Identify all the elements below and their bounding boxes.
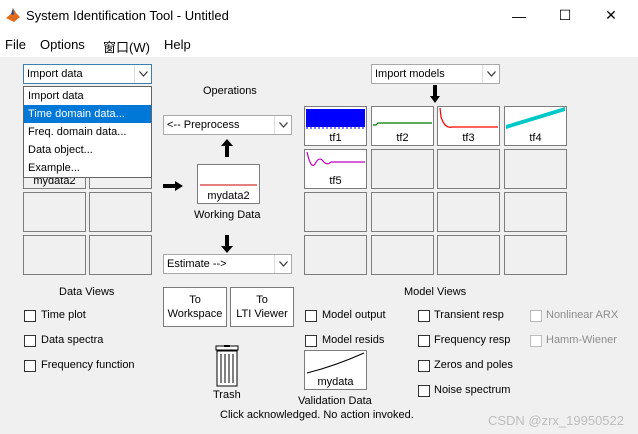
menu-bar: File Options 窗口(W) Help — [0, 31, 638, 57]
option-example[interactable]: Example... — [24, 159, 151, 177]
main-panel: mydata2 Import data Import data Time dom… — [0, 57, 638, 434]
to-lti-viewer-button[interactable]: To LTI Viewer — [230, 287, 294, 327]
hamm-wiener-checkbox[interactable] — [530, 335, 542, 347]
noise-spectrum-label: Noise spectrum — [434, 384, 511, 396]
chevron-down-icon — [134, 65, 151, 83]
status-text: Click acknowledged. No action invoked. — [220, 409, 414, 421]
model-slot-empty[interactable] — [504, 149, 567, 189]
model-slot-empty[interactable] — [504, 235, 567, 275]
model-output-checkbox[interactable] — [305, 310, 317, 322]
model-slot-empty[interactable] — [504, 192, 567, 232]
zeros-poles-checkbox[interactable] — [418, 360, 430, 372]
menu-options[interactable]: Options — [40, 37, 85, 52]
data-spectra-label: Data spectra — [41, 334, 104, 346]
transient-resp-label: Transient resp — [434, 309, 504, 321]
model-slot-empty[interactable] — [371, 192, 434, 232]
watermark: CSDN @zrx_19950522 — [487, 413, 624, 428]
estimate-select[interactable]: Estimate --> — [163, 254, 292, 274]
nonlinear-arx-checkbox[interactable] — [530, 310, 542, 322]
frequency-function-checkbox[interactable] — [24, 360, 36, 372]
frequency-resp-label: Frequency resp — [434, 334, 511, 346]
menu-window[interactable]: 窗口(W) — [103, 37, 150, 56]
maximize-button[interactable]: ☐ — [542, 0, 588, 31]
window-title: System Identification Tool - Untitled — [26, 8, 229, 23]
trash-label: Trash — [213, 389, 241, 401]
menu-file[interactable]: File — [5, 37, 26, 52]
model-slot-empty[interactable] — [304, 235, 367, 275]
data-views-title: Data Views — [59, 286, 115, 298]
time-plot-checkbox[interactable] — [24, 310, 36, 322]
data-slot-7[interactable] — [23, 235, 86, 275]
hamm-wiener-label: Hamm-Wiener — [546, 334, 617, 346]
chevron-down-icon — [274, 116, 291, 134]
noise-spectrum-checkbox[interactable] — [418, 385, 430, 397]
import-data-select[interactable]: Import data — [23, 64, 152, 84]
model-output-label: Model output — [322, 309, 386, 321]
import-models-select[interactable]: Import models — [371, 64, 500, 84]
chevron-down-icon — [482, 65, 499, 83]
frequency-resp-checkbox[interactable] — [418, 335, 430, 347]
validation-data-slot[interactable]: mydata — [304, 350, 367, 390]
model-slot-empty[interactable] — [371, 235, 434, 275]
close-button[interactable]: ✕ — [588, 0, 634, 31]
model-slot-tf5[interactable]: tf5 — [304, 149, 367, 189]
option-import-data[interactable]: Import data — [24, 87, 151, 105]
working-data-slot[interactable]: mydata2 — [197, 164, 260, 204]
option-freq-domain-data[interactable]: Freq. domain data... — [24, 123, 151, 141]
model-slot-tf4[interactable]: tf4 — [504, 106, 567, 146]
model-slot-tf3[interactable]: tf3 — [437, 106, 500, 146]
model-slot-empty[interactable] — [304, 192, 367, 232]
arrow-down-icon — [221, 235, 233, 253]
nonlinear-arx-label: Nonlinear ARX — [546, 309, 619, 321]
data-spectra-checkbox[interactable] — [24, 335, 36, 347]
working-data-caption: Working Data — [194, 209, 261, 221]
matlab-icon — [6, 8, 20, 22]
frequency-function-label: Frequency function — [41, 359, 135, 371]
menu-help[interactable]: Help — [164, 37, 191, 52]
title-bar: System Identification Tool - Untitled — … — [0, 0, 638, 31]
trash-icon[interactable] — [212, 345, 242, 387]
minimize-button[interactable]: — — [496, 0, 542, 31]
to-workspace-button[interactable]: To Workspace — [163, 287, 227, 327]
import-data-dropdown: Import data Time domain data... Freq. do… — [23, 86, 152, 178]
preprocess-select[interactable]: <-- Preprocess — [163, 115, 292, 135]
chevron-down-icon — [274, 255, 291, 273]
option-time-domain-data[interactable]: Time domain data... — [24, 105, 151, 123]
zeros-poles-label: Zeros and poles — [434, 359, 513, 371]
model-views-title: Model Views — [404, 286, 467, 298]
model-slot-tf2[interactable]: tf2 — [371, 106, 434, 146]
arrow-down-icon — [430, 85, 440, 103]
data-slot-8[interactable] — [89, 235, 152, 275]
model-slot-empty[interactable] — [437, 235, 500, 275]
time-plot-label: Time plot — [41, 309, 86, 321]
arrow-up-icon — [221, 139, 233, 157]
option-data-object[interactable]: Data object... — [24, 141, 151, 159]
transient-resp-checkbox[interactable] — [418, 310, 430, 322]
model-slot-empty[interactable] — [371, 149, 434, 189]
model-slot-empty[interactable] — [437, 149, 500, 189]
model-slot-tf1[interactable]: tf1 — [304, 106, 367, 146]
model-resids-checkbox[interactable] — [305, 335, 317, 347]
validation-data-caption: Validation Data — [298, 395, 372, 407]
arrow-right-icon — [163, 181, 183, 191]
data-slot-6[interactable] — [89, 192, 152, 232]
model-resids-label: Model resids — [322, 334, 385, 346]
operations-title: Operations — [203, 85, 257, 97]
data-slot-5[interactable] — [23, 192, 86, 232]
model-slot-empty[interactable] — [437, 192, 500, 232]
